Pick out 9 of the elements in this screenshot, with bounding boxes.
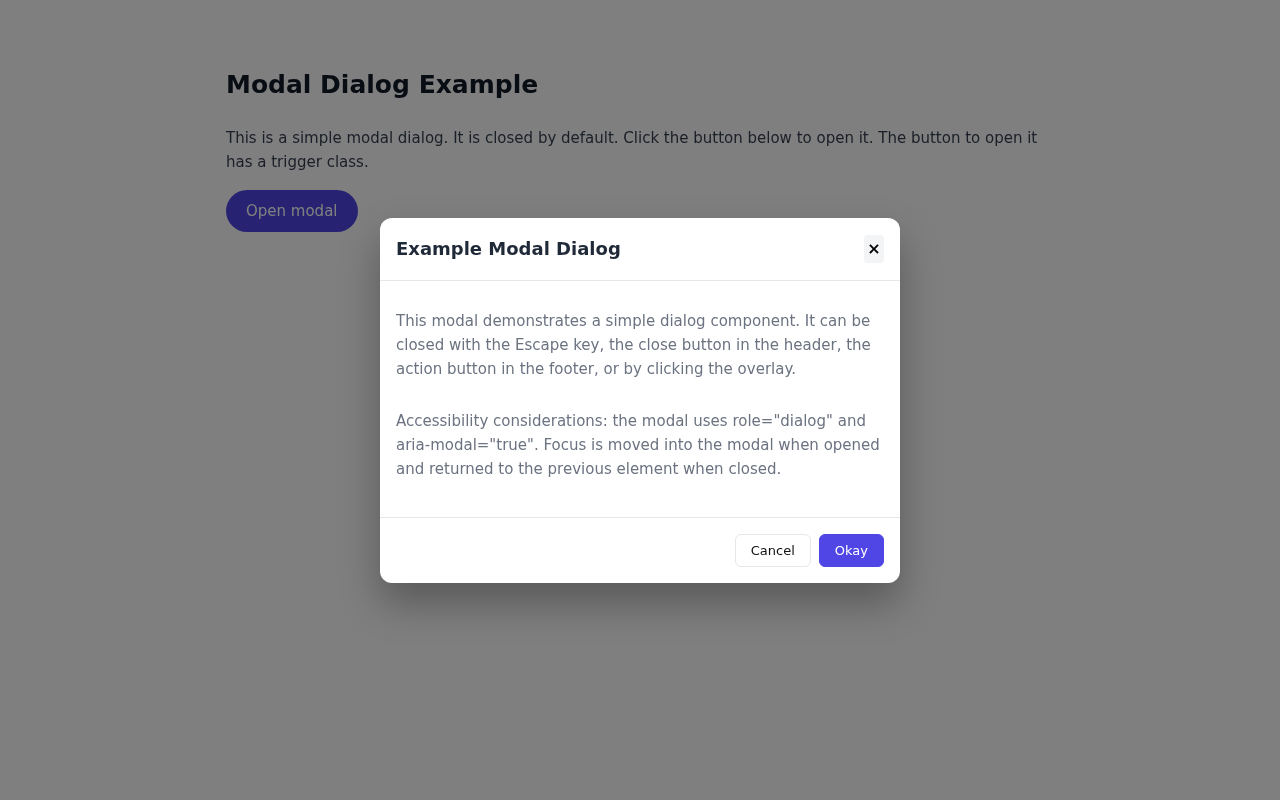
modal-overlay[interactable] xyxy=(0,0,1280,800)
cancel-button[interactable]: Cancel xyxy=(734,533,811,567)
close-button[interactable]: × xyxy=(864,234,884,263)
modal-paragraph: Accessibility considerations: the modal uses role="dialog" and aria-modal="true". Focus is moved into the modal when opened and returned to the previous element when closed. xyxy=(396,410,881,480)
modal-title: Example Modal Dialog xyxy=(396,238,621,259)
page-description: This is a simple modal dialog. It is closed by default. Click the button below to open it. The button to open it has a trigger class. xyxy=(226,128,1039,173)
page-title: Modal Dialog Example xyxy=(226,69,540,101)
modal-paragraph: This modal demonstrates a simple dialog component. It can be closed with the Escape key, the close button in the header, the action button in the footer, or by clicking the overlay. xyxy=(396,310,872,380)
okay-button[interactable]: Okay xyxy=(818,533,884,567)
